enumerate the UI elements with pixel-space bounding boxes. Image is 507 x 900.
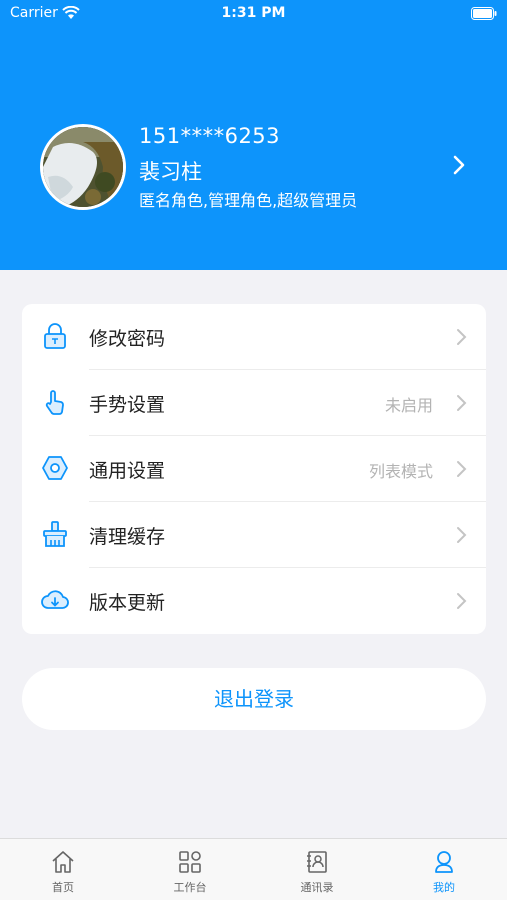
grid-icon xyxy=(179,851,201,873)
profile-phone: 151****6253 xyxy=(139,124,281,148)
menu-item-change-password[interactable]: 修改密码 xyxy=(22,304,486,370)
menu-item-label: 通用设置 xyxy=(89,460,166,482)
home-icon xyxy=(52,851,74,873)
tab-label: 工作台 xyxy=(173,881,207,894)
lock-icon xyxy=(44,323,66,349)
profile-header: Carrier 1:31 PM 151****6253 裴习柱 匿名角色,管理角… xyxy=(0,0,507,270)
tab-bar: 首页 工作台 通讯录 我的 xyxy=(0,838,507,900)
menu-item-label: 手势设置 xyxy=(89,394,166,416)
menu-item-version-update[interactable]: 版本更新 xyxy=(22,568,486,634)
chevron-right-icon xyxy=(457,593,467,609)
chevron-right-icon xyxy=(457,329,467,345)
hex-nut-icon xyxy=(42,456,68,480)
profile-name: 裴习柱 xyxy=(139,160,202,184)
avatar[interactable] xyxy=(40,124,126,210)
cloud-download-icon xyxy=(41,590,69,609)
tab-label: 首页 xyxy=(52,881,74,894)
menu-item-value: 列表模式 xyxy=(368,462,433,481)
status-time: 1:31 PM xyxy=(221,5,286,21)
menu-item-general-settings[interactable]: 通用设置 列表模式 xyxy=(22,436,486,502)
tab-contacts[interactable]: 通讯录 xyxy=(254,839,380,900)
menu-item-gesture-settings[interactable]: 手势设置 未启用 xyxy=(22,370,486,436)
menu-item-label: 修改密码 xyxy=(89,328,166,350)
user-icon xyxy=(435,851,453,873)
profile-summary[interactable]: 151****6253 裴习柱 匿名角色,管理角色,超级管理员 xyxy=(0,120,507,216)
menu-item-clear-cache[interactable]: 清理缓存 xyxy=(22,502,486,568)
chevron-right-icon xyxy=(457,395,467,411)
menu-item-value: 未启用 xyxy=(384,396,433,415)
menu-item-label: 清理缓存 xyxy=(89,526,166,548)
menu-item-label: 版本更新 xyxy=(89,592,166,614)
profile-roles: 匿名角色,管理角色,超级管理员 xyxy=(139,191,358,210)
chevron-right-icon xyxy=(457,527,467,543)
battery-icon xyxy=(471,7,497,20)
broom-icon xyxy=(43,521,67,547)
gesture-icon xyxy=(45,390,64,415)
tab-label: 我的 xyxy=(433,881,455,894)
logout-button[interactable]: 退出登录 xyxy=(22,668,486,730)
tab-workbench[interactable]: 工作台 xyxy=(127,839,253,900)
status-bar: Carrier 1:31 PM xyxy=(0,0,507,30)
chevron-right-icon xyxy=(457,461,467,477)
tab-mine[interactable]: 我的 xyxy=(381,839,507,900)
contacts-icon xyxy=(307,851,327,873)
chevron-right-icon[interactable] xyxy=(451,154,467,176)
tab-home[interactable]: 首页 xyxy=(0,839,126,900)
settings-menu: 修改密码 手势设置 未启用 通用设置 列表模式 清理缓存 版本更新 xyxy=(22,304,486,634)
avatar-photo xyxy=(43,127,123,207)
tab-label: 通讯录 xyxy=(300,881,334,894)
